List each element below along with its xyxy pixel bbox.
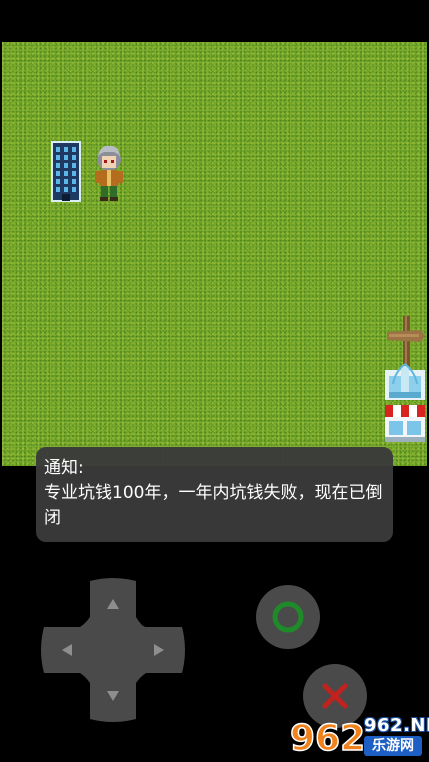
game-screen: 通知: 专业坑钱100年，一年内坑钱失败，现在已倒闭 962 962.N 乐游网 [0,0,429,762]
game-map[interactable] [2,42,427,466]
shop-sprite[interactable] [383,403,427,443]
notification-title: 通知: [44,458,84,478]
watermark-name: 乐游网 [364,736,422,756]
office-building-sprite[interactable] [50,139,82,203]
fountain-sprite[interactable] [383,362,427,402]
site-watermark: 962 962.NET 乐游网 [288,712,429,760]
watermark-logo-icon: 962 [289,717,366,760]
confirm-button[interactable] [256,585,320,649]
dpad[interactable] [40,577,186,723]
notification-message: 专业坑钱100年，一年内坑钱失败，现在已倒闭 [44,483,383,528]
notification-dialog[interactable]: 通知: 专业坑钱100年，一年内坑钱失败，现在已倒闭 [36,447,393,542]
svg-text:962: 962 [290,718,364,759]
player-character-sprite[interactable] [92,143,126,203]
watermark-brand: 962.NET [364,715,429,736]
